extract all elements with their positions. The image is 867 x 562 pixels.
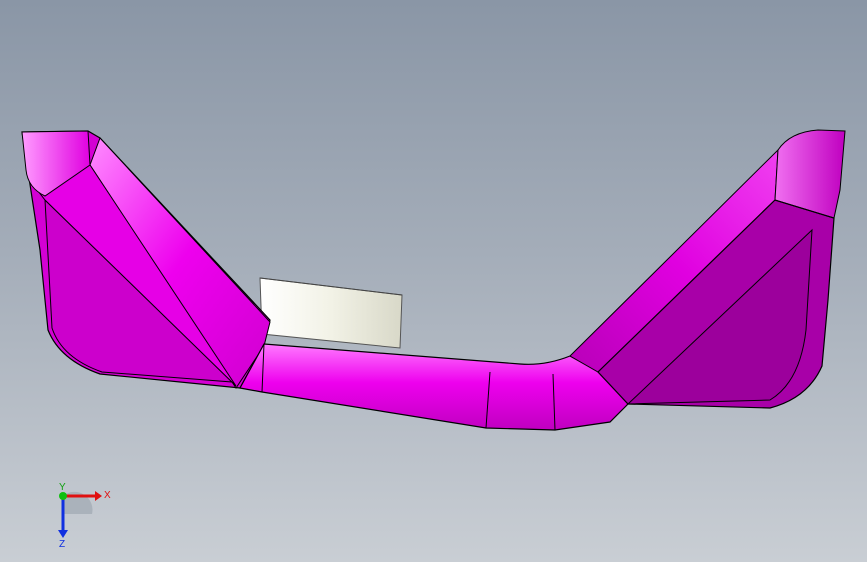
x-axis-label: X — [104, 490, 111, 501]
bracket-part[interactable] — [21, 129, 846, 431]
z-axis-label: Z — [59, 539, 65, 548]
orientation-triad: X Y Z — [40, 478, 120, 550]
y-axis-dot — [59, 492, 67, 500]
insert-block[interactable] — [259, 277, 403, 349]
z-arrow-head-icon — [58, 530, 68, 538]
x-arrow-head-icon — [95, 491, 102, 501]
bottom-tube[interactable] — [239, 343, 629, 431]
graphics-viewport[interactable]: X Y Z — [0, 0, 867, 562]
y-axis-label: Y — [59, 482, 66, 493]
model-view[interactable] — [0, 0, 867, 562]
